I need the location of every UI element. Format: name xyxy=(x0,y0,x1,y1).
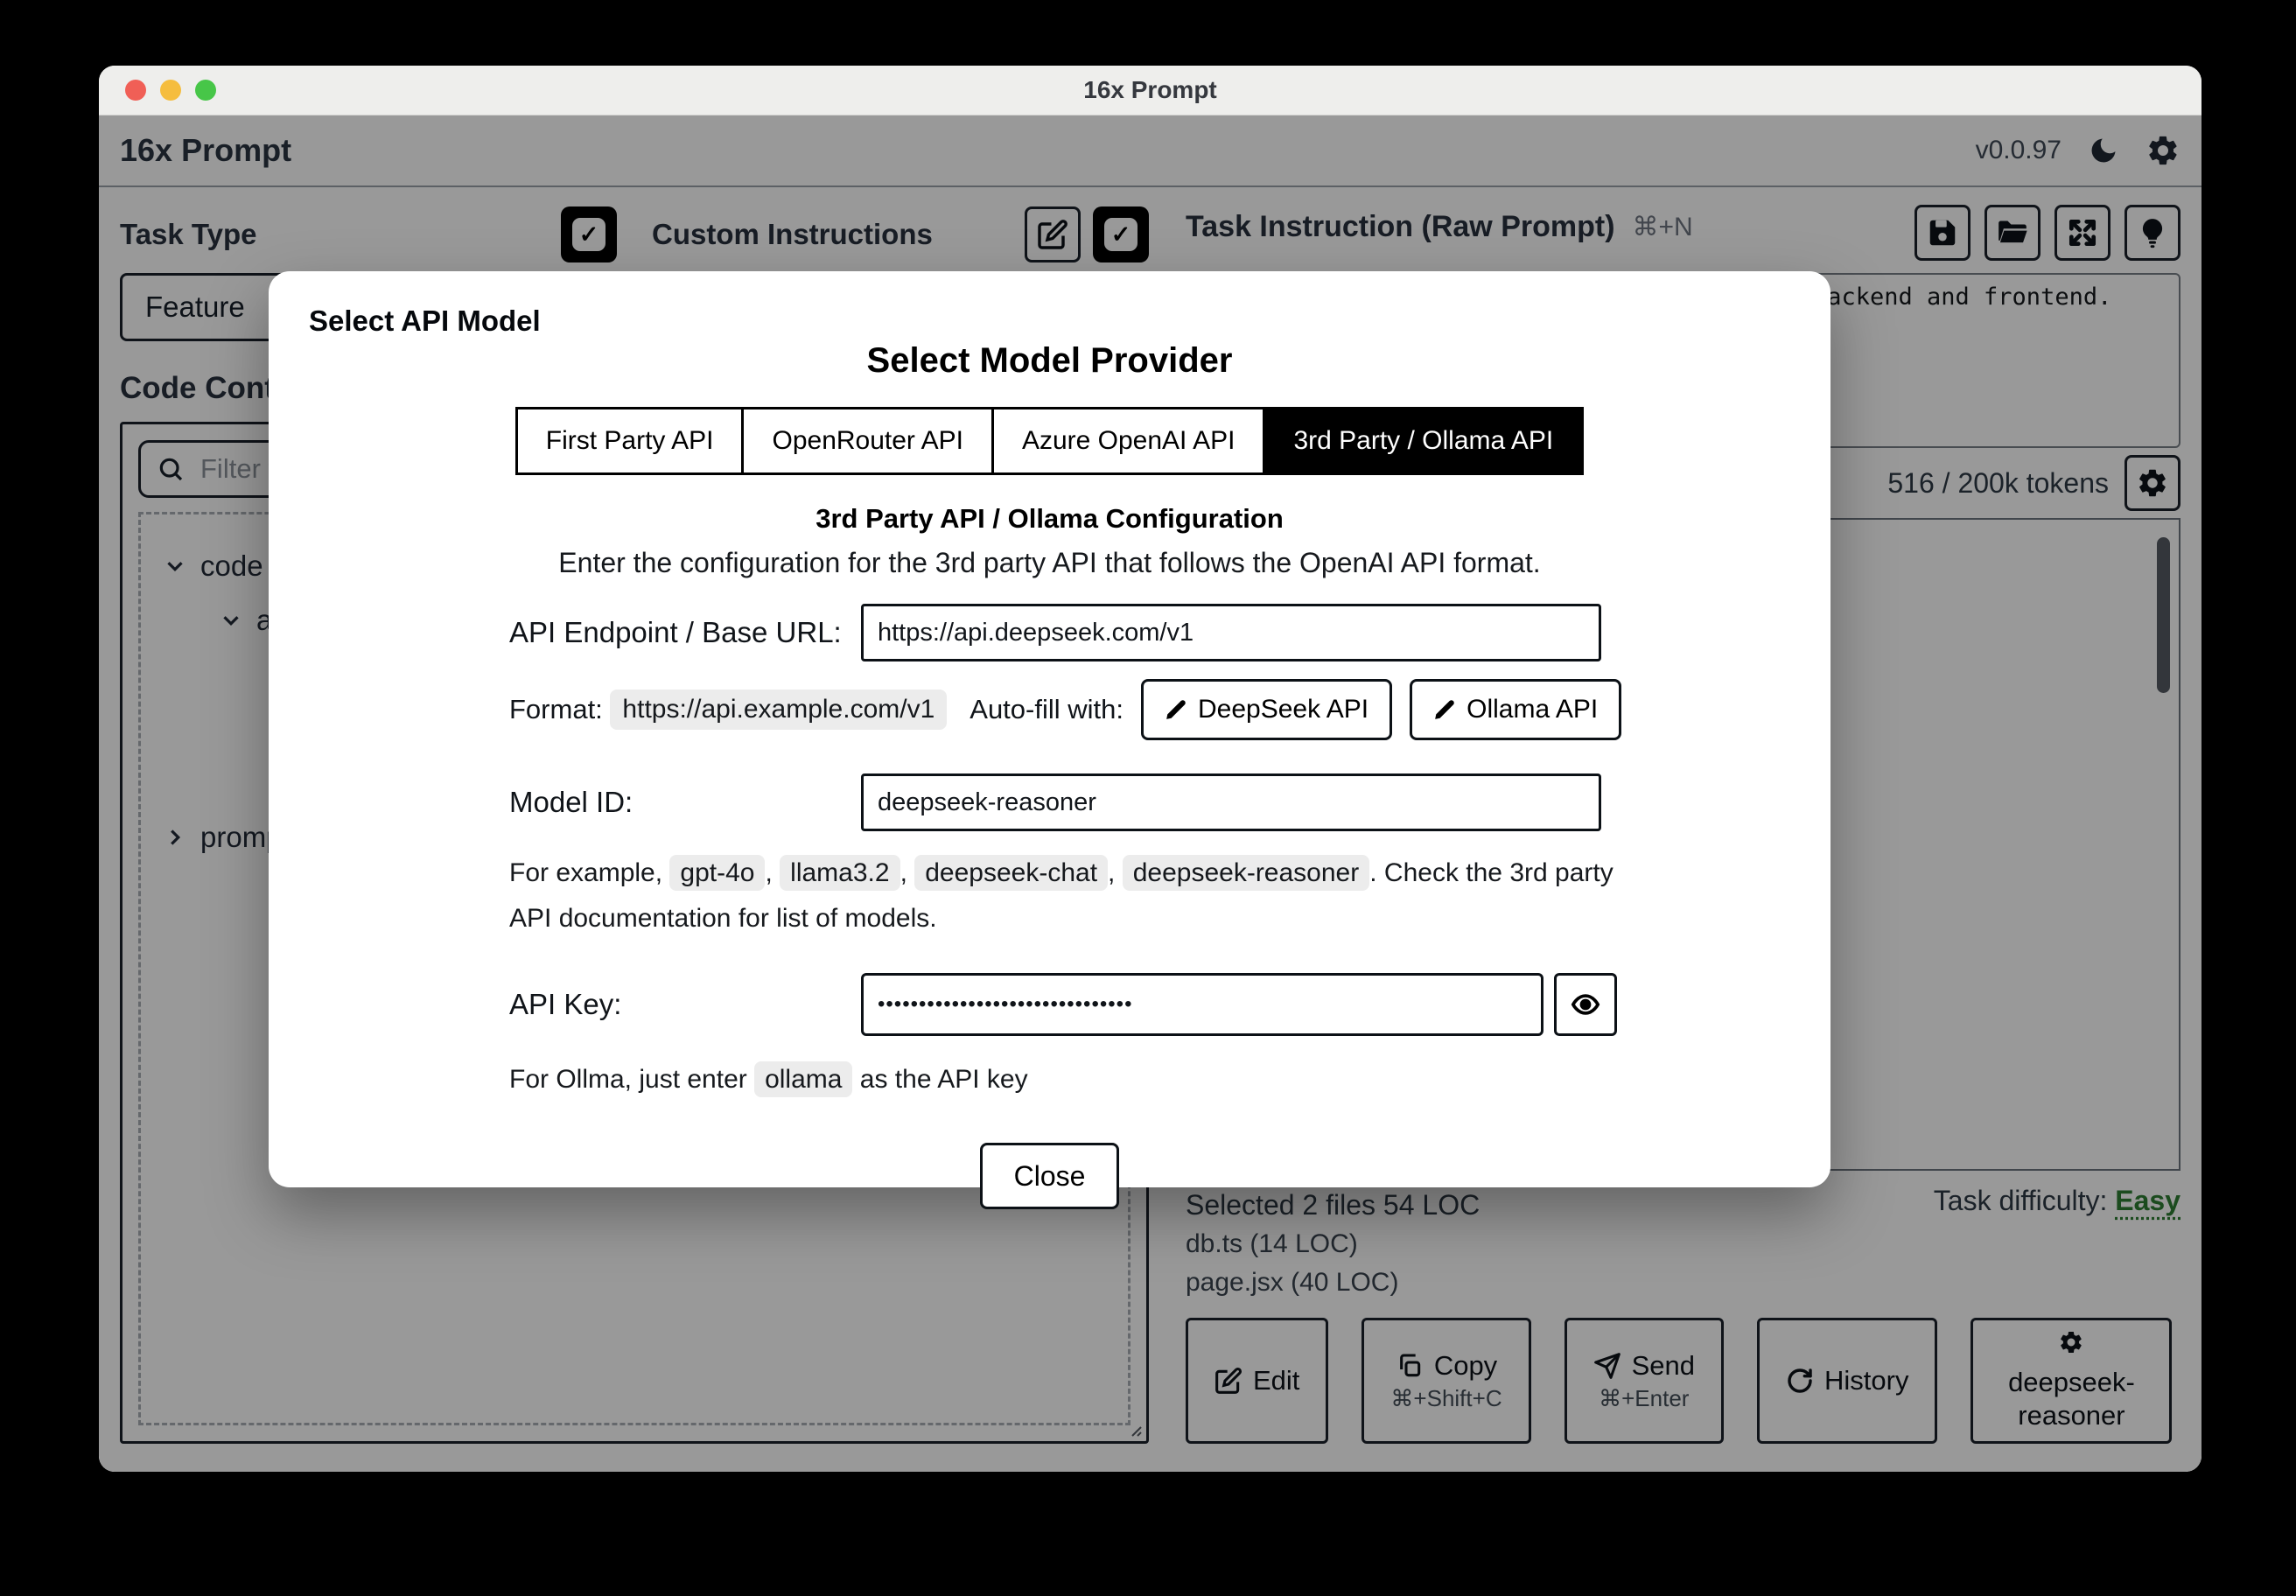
titlebar: 16x Prompt xyxy=(99,66,2202,116)
autofill-ollama-button[interactable]: Ollama API xyxy=(1410,679,1622,740)
format-label: Format: xyxy=(509,694,603,724)
provider-heading: Select Model Provider xyxy=(866,341,1233,380)
eye-icon xyxy=(1571,990,1600,1019)
window-title: 16x Prompt xyxy=(1083,76,1217,103)
format-example: https://api.example.com/v1 xyxy=(610,690,948,730)
endpoint-label: API Endpoint / Base URL: xyxy=(509,616,842,648)
model-id-help: For example, gpt-4o, llama3.2, deepseek-… xyxy=(509,850,1620,942)
select-api-model-dialog: Select API Model Select Model Provider F… xyxy=(269,271,1830,1209)
tab-3rd-party-ollama-api[interactable]: 3rd Party / Ollama API xyxy=(1263,410,1582,472)
screenshot-stage: 16x Prompt 16x Prompt v0.0.97 Task Type … xyxy=(0,0,2296,1596)
autofill-label: Auto-fill with: xyxy=(970,694,1124,724)
model-id-input[interactable] xyxy=(861,774,1601,831)
endpoint-input[interactable] xyxy=(861,604,1601,662)
close-dialog-button[interactable]: Close xyxy=(979,1143,1120,1209)
pencil-icon xyxy=(1433,698,1456,721)
tab-first-party-api[interactable]: First Party API xyxy=(517,410,742,472)
tab-openrouter-api[interactable]: OpenRouter API xyxy=(741,410,991,472)
config-section-description: Enter the configuration for the 3rd part… xyxy=(558,547,1541,578)
autofill-deepseek-label: DeepSeek API xyxy=(1198,695,1369,724)
model-id-label: Model ID: xyxy=(509,786,634,818)
autofill-ollama-label: Ollama API xyxy=(1466,695,1599,724)
reveal-api-key-button[interactable] xyxy=(1554,973,1617,1036)
dialog-title: Select API Model xyxy=(309,304,541,337)
pencil-icon xyxy=(1165,698,1187,721)
tab-azure-openai-api[interactable]: Azure OpenAI API xyxy=(990,410,1264,472)
api-key-label: API Key: xyxy=(509,988,622,1020)
api-key-help: For Ollma, just enter ollama as the API … xyxy=(509,1057,1620,1102)
provider-tabs: First Party API OpenRouter API Azure Ope… xyxy=(514,407,1585,475)
autofill-deepseek-button[interactable]: DeepSeek API xyxy=(1141,679,1393,740)
config-section-heading: 3rd Party API / Ollama Configuration xyxy=(816,503,1284,534)
api-key-input[interactable] xyxy=(861,973,1544,1036)
